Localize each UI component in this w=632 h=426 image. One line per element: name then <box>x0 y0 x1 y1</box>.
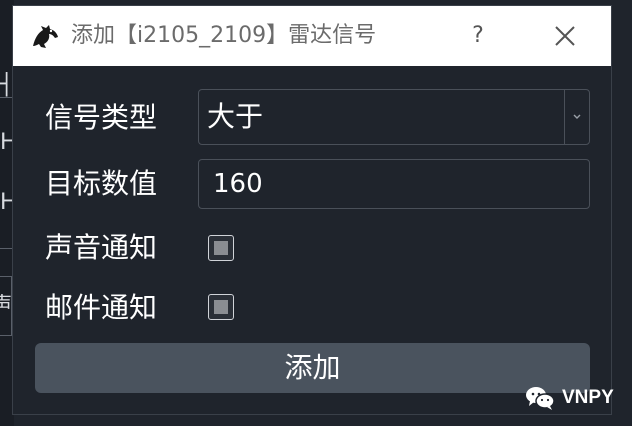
add-radar-signal-dialog: 添加【i2105_2109】雷达信号 ? 信号类型 大于 目标数值 160 声音… <box>12 5 612 415</box>
checkbox-indicator <box>214 300 228 314</box>
background-fragment: H <box>0 130 12 155</box>
dialog-title: 添加【i2105_2109】雷达信号 <box>71 23 377 48</box>
background-divider <box>0 248 12 249</box>
signal-type-dropdown-button[interactable] <box>564 90 589 144</box>
sound-notify-label: 声音通知 <box>45 231 158 264</box>
add-button[interactable]: 添加 <box>35 343 590 393</box>
background-fragment-box: 声 <box>0 276 12 336</box>
wechat-icon <box>526 387 555 410</box>
sound-notify-checkbox[interactable] <box>208 235 234 261</box>
chevron-down-icon <box>573 114 581 119</box>
dialog-titlebar[interactable]: 添加【i2105_2109】雷达信号 ? <box>13 6 611 66</box>
target-value-text: 160 <box>213 169 263 199</box>
signal-type-label: 信号类型 <box>45 101 158 134</box>
background-fragment: H <box>0 190 12 215</box>
screen: ┤ H H 声 添加【i2105_2109】雷达信号 ? 信号类型 大于 <box>0 0 632 426</box>
signal-type-select[interactable]: 大于 <box>198 89 590 145</box>
target-value-input[interactable]: 160 <box>198 159 590 209</box>
email-notify-checkbox[interactable] <box>208 294 234 320</box>
background-fragment: ┤ <box>0 72 12 97</box>
target-value-label: 目标数值 <box>45 167 158 200</box>
help-button[interactable]: ? <box>461 6 495 66</box>
checkbox-indicator <box>214 241 228 255</box>
close-icon[interactable] <box>549 20 581 52</box>
signal-type-value: 大于 <box>207 100 264 133</box>
watermark-text: VNPY <box>562 387 614 408</box>
horse-logo-icon <box>33 25 58 48</box>
email-notify-label: 邮件通知 <box>45 291 158 324</box>
background-fragment-text: 声 <box>0 292 11 316</box>
